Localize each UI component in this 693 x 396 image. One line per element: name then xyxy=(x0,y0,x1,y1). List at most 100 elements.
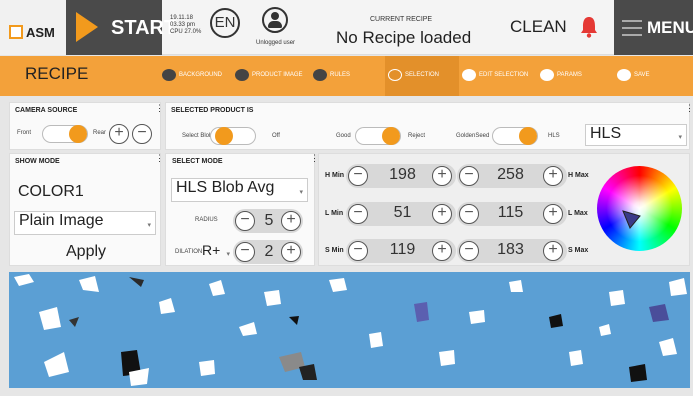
select-mode-value: HLS Blob Avg xyxy=(176,179,275,196)
clean-button[interactable]: CLEAN xyxy=(510,17,567,37)
tab-selection[interactable]: SELECTION xyxy=(388,69,439,81)
select-blob-label: Select Blob xyxy=(182,133,213,139)
camera-source-toggle[interactable] xyxy=(42,125,88,143)
off-label: Off xyxy=(272,133,280,139)
h-min-decrement-button[interactable]: − xyxy=(348,166,368,186)
s-max-increment-button[interactable]: + xyxy=(543,241,563,261)
start-label: START xyxy=(111,17,177,39)
select-blob-toggle[interactable] xyxy=(210,127,256,145)
apply-button[interactable]: Apply xyxy=(66,243,106,261)
image-mode-value: Plain Image xyxy=(19,212,104,229)
menu-label: MENU xyxy=(647,18,693,37)
h-min-label: H Min xyxy=(325,172,345,179)
chevron-down-icon: ▾ xyxy=(226,251,230,258)
user-label: Unlogged user xyxy=(256,40,296,46)
kebab-icon[interactable]: ⋮ xyxy=(155,153,164,164)
select-mode-title: SELECT MODE xyxy=(172,158,223,165)
dilation-increment-button[interactable]: + xyxy=(281,242,301,262)
chevron-down-icon: ▾ xyxy=(678,134,682,141)
bell-icon[interactable] xyxy=(580,16,598,38)
save-icon xyxy=(617,69,631,81)
play-icon xyxy=(76,12,98,42)
dilation-mode-value: R+ xyxy=(202,242,221,258)
selection-marker-icon xyxy=(622,210,641,229)
camera-image[interactable] xyxy=(9,272,690,388)
l-max-value[interactable]: 115 xyxy=(488,204,533,222)
camera-source-title: CAMERA SOURCE xyxy=(15,107,78,114)
hamburger-icon xyxy=(622,20,642,41)
current-recipe-label: CURRENT RECIPE xyxy=(370,16,433,23)
tab-rules[interactable]: RULES xyxy=(313,69,350,81)
colorspace-dropdown[interactable]: HLS ▾ xyxy=(585,124,687,146)
tab-selection-label: SELECTION xyxy=(405,72,440,78)
l-min-increment-button[interactable]: + xyxy=(432,204,452,224)
dilation-label: DILATION xyxy=(175,249,203,255)
h-min-value[interactable]: 198 xyxy=(380,166,425,184)
logo-square-icon xyxy=(9,25,23,39)
dilation-value[interactable]: 2 xyxy=(259,243,279,261)
tab-background[interactable]: BACKGROUND xyxy=(162,69,222,81)
reject-label: Reject xyxy=(408,133,426,139)
l-min-decrement-button[interactable]: − xyxy=(348,204,368,224)
zoom-out-button[interactable]: − xyxy=(132,124,152,144)
tab-params[interactable]: PARAMS xyxy=(540,69,582,81)
sys-date: 19.11.18 xyxy=(170,15,193,21)
tab-save[interactable]: SAVE xyxy=(617,69,650,81)
zoom-in-button[interactable]: + xyxy=(109,124,129,144)
recipe-title: RECIPE xyxy=(25,64,89,83)
selection-icon xyxy=(388,69,402,81)
s-min-decrement-button[interactable]: − xyxy=(348,241,368,261)
image-mode-dropdown[interactable]: Plain Image ▾ xyxy=(14,211,156,235)
radius-value[interactable]: 5 xyxy=(259,212,279,230)
l-max-decrement-button[interactable]: − xyxy=(459,204,479,224)
language-button[interactable]: EN xyxy=(210,8,240,38)
kebab-icon[interactable]: ⋮ xyxy=(155,103,164,114)
s-max-value[interactable]: 183 xyxy=(488,241,533,259)
s-max-label: S Max xyxy=(568,247,589,254)
s-min-value[interactable]: 119 xyxy=(380,241,425,259)
radius-decrement-button[interactable]: − xyxy=(235,211,255,231)
tab-edit-selection[interactable]: EDIT SELECTION xyxy=(462,69,528,81)
params-icon xyxy=(540,69,554,81)
l-min-label: L Min xyxy=(325,210,344,217)
sys-cpu: CPU 27.0% xyxy=(170,29,202,35)
dilation-decrement-button[interactable]: − xyxy=(235,242,255,262)
h-max-label: H Max xyxy=(568,172,589,179)
h-min-increment-button[interactable]: + xyxy=(432,166,452,186)
select-mode-dropdown[interactable]: HLS Blob Avg ▾ xyxy=(171,178,308,202)
h-max-increment-button[interactable]: + xyxy=(543,166,563,186)
l-max-increment-button[interactable]: + xyxy=(543,204,563,224)
tab-rules-label: RULES xyxy=(330,72,351,78)
s-max-decrement-button[interactable]: − xyxy=(459,241,479,261)
sys-time: 03.33 pm xyxy=(170,22,196,28)
logo: ASM xyxy=(0,0,66,55)
kebab-icon[interactable]: ⋮ xyxy=(685,103,693,114)
user-icon[interactable] xyxy=(262,7,288,33)
l-min-value[interactable]: 51 xyxy=(380,204,425,222)
start-button[interactable]: START xyxy=(66,0,176,55)
radius-increment-button[interactable]: + xyxy=(281,211,301,231)
l-max-label: L Max xyxy=(568,210,588,217)
tab-background-label: BACKGROUND xyxy=(179,72,223,78)
menu-button[interactable]: MENU xyxy=(614,0,693,55)
good-reject-toggle[interactable] xyxy=(355,127,401,145)
dilation-mode-dropdown[interactable]: R+ ▾ xyxy=(201,242,230,262)
good-label: Good xyxy=(336,133,351,139)
s-min-increment-button[interactable]: + xyxy=(432,241,452,261)
radius-label: RADIUS xyxy=(195,217,218,223)
chevron-down-icon: ▾ xyxy=(299,188,303,196)
h-max-decrement-button[interactable]: − xyxy=(459,166,479,186)
show-mode-value: COLOR1 xyxy=(18,183,84,200)
s-min-label: S Min xyxy=(325,247,344,254)
goldenseed-hls-toggle[interactable] xyxy=(492,127,538,145)
image-icon xyxy=(235,69,249,81)
goldenseed-label: GoldenSeed xyxy=(456,133,490,139)
tab-product-image-label: PRODUCT IMAGE xyxy=(252,72,303,78)
tab-save-label: SAVE xyxy=(634,72,650,78)
chevron-down-icon: ▾ xyxy=(147,221,151,229)
camera-front-label: Front xyxy=(17,130,32,136)
tab-edit-selection-label: EDIT SELECTION xyxy=(479,72,529,78)
tab-product-image[interactable]: PRODUCT IMAGE xyxy=(235,69,303,81)
h-max-value[interactable]: 258 xyxy=(488,166,533,184)
colorspace-value: HLS xyxy=(590,125,622,142)
